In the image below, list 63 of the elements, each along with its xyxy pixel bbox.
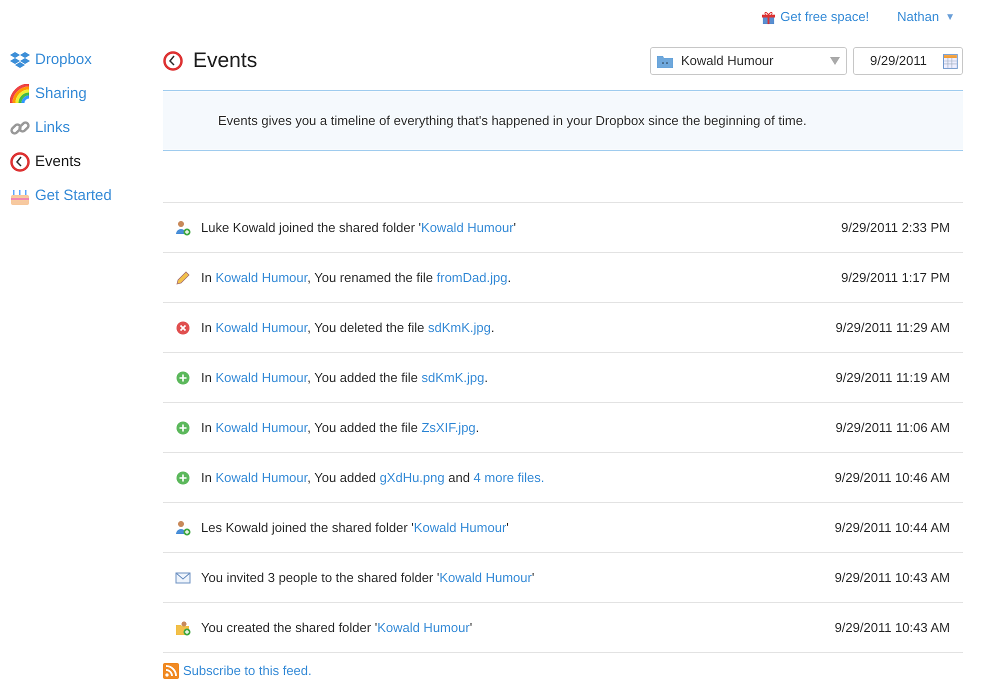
event-description: In Kowald Humour, You added the file ZsXIF.jpg.: [201, 418, 480, 437]
event-time: 9/29/2011 1:17 PM: [841, 268, 950, 287]
folder-select[interactable]: Kowald Humour: [650, 47, 847, 75]
get-free-space-link[interactable]: Get free space!: [761, 7, 870, 27]
event-link[interactable]: fromDad.jpg: [436, 270, 508, 285]
sidebar-item[interactable]: Dropbox: [10, 50, 163, 70]
shared-folder-icon: [175, 620, 191, 636]
event-link[interactable]: Kowald Humour: [215, 320, 308, 335]
event-description: In Kowald Humour, You added gXdHu.png and 4 more files.: [201, 468, 546, 487]
event-description: You invited 3 people to the shared folder 'Kowald Humour': [201, 568, 536, 587]
sidebar-item[interactable]: Sharing: [10, 84, 163, 104]
sidebar-item[interactable]: Links: [10, 118, 163, 138]
dropbox-icon: [10, 50, 30, 70]
event-time: 9/29/2011 10:43 AM: [834, 618, 950, 637]
user-menu[interactable]: Nathan ▼: [897, 7, 955, 27]
sidebar-item[interactable]: Events: [10, 152, 163, 172]
add-icon: [175, 370, 191, 386]
rss-icon: [163, 662, 179, 679]
event-time: 9/29/2011 10:43 AM: [834, 568, 950, 587]
event-link[interactable]: Kowald Humour: [414, 520, 506, 535]
folder-icon: [657, 54, 673, 68]
event-link[interactable]: Kowald Humour: [215, 370, 308, 385]
event-description: Les Kowald joined the shared folder 'Kowald Humour': [201, 518, 510, 537]
page-title: Events: [193, 48, 258, 74]
event-link[interactable]: Kowald Humour: [215, 470, 308, 485]
gift-icon: [761, 10, 776, 24]
event-link[interactable]: Kowald Humour: [215, 420, 308, 435]
clock-icon: [10, 152, 30, 172]
caret-icon: [830, 57, 840, 65]
clock-icon: [163, 51, 183, 71]
event-description: In Kowald Humour, You deleted the file sdKmK.jpg.: [201, 318, 496, 337]
delete-icon: [175, 320, 191, 336]
date-field[interactable]: 9/29/2011: [853, 47, 963, 75]
event-link[interactable]: Kowald Humour: [215, 270, 308, 285]
calendar-icon: [943, 54, 958, 68]
subscribe-feed-link[interactable]: Subscribe to this feed.: [163, 661, 963, 680]
info-text: Events gives you a timeline of everything that's happened in your Dropbox since the beginning of time.: [218, 112, 807, 130]
event-description: Luke Kowald joined the shared folder 'Kowald Humour': [201, 218, 518, 237]
event-description: You created the shared folder 'Kowald Humour': [201, 618, 474, 637]
add-icon: [175, 470, 191, 486]
event-description: In Kowald Humour, You added the file sdKmK.jpg.: [201, 368, 489, 387]
add-icon: [175, 420, 191, 436]
event-link[interactable]: Kowald Humour: [377, 620, 470, 635]
event-time: 9/29/2011 10:46 AM: [834, 468, 950, 487]
envelope-icon: [175, 570, 191, 586]
user-add-icon: [175, 220, 191, 236]
event-link[interactable]: Kowald Humour: [421, 220, 514, 235]
event-link[interactable]: sdKmK.jpg: [421, 370, 484, 385]
event-time: 9/29/2011 11:29 AM: [836, 318, 950, 337]
event-time: 9/29/2011 11:19 AM: [836, 368, 950, 387]
event-time: 9/29/2011 10:44 AM: [834, 518, 950, 537]
event-time: 9/29/2011 11:06 AM: [836, 418, 950, 437]
user-add-icon: [175, 520, 191, 536]
event-link[interactable]: Kowald Humour: [439, 570, 532, 585]
event-link[interactable]: 4 more files.: [474, 470, 544, 485]
event-time: 9/29/2011 2:33 PM: [841, 218, 950, 237]
sidebar-item[interactable]: Get Started: [10, 186, 163, 206]
event-link[interactable]: sdKmK.jpg: [428, 320, 491, 335]
event-link[interactable]: gXdHu.png: [380, 470, 445, 485]
pencil-icon: [175, 270, 191, 286]
event-description: In Kowald Humour, You renamed the file fromDad.jpg.: [201, 268, 512, 287]
rainbow-icon: [10, 84, 30, 104]
event-link[interactable]: ZsXIF.jpg: [421, 420, 476, 435]
